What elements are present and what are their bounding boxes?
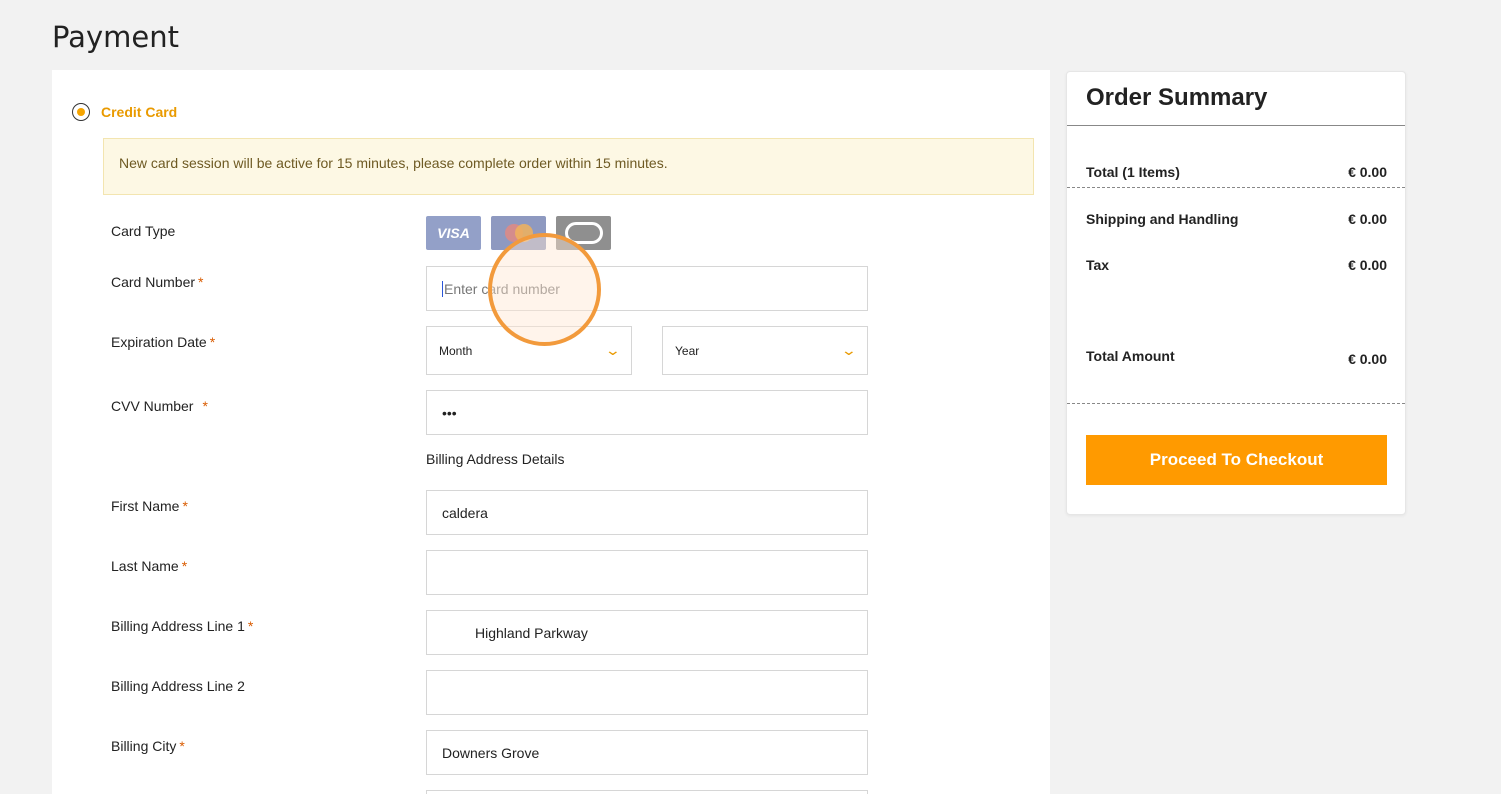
required-mark: * bbox=[209, 334, 216, 350]
address-line2-label: Billing Address Line 2 bbox=[111, 678, 245, 694]
card-type-label-text: Card Type bbox=[111, 223, 176, 239]
cvv-input[interactable]: ••• bbox=[426, 390, 868, 435]
summary-row-total-amount: Total Amount € 0.00 bbox=[1086, 348, 1387, 367]
order-summary-title: Order Summary bbox=[1086, 84, 1268, 111]
radio-dot bbox=[77, 108, 85, 116]
cvv-value: ••• bbox=[442, 404, 457, 421]
address-line1-value: Highland Parkway bbox=[475, 624, 588, 641]
card-number-label-text: Card Number bbox=[111, 274, 196, 290]
billing-address-heading: Billing Address Details bbox=[426, 451, 565, 467]
cvv-label: CVV Number * bbox=[111, 398, 208, 414]
order-summary-panel: Order Summary Total (1 Items) € 0.00 Shi… bbox=[1066, 71, 1406, 515]
page-title: Payment bbox=[52, 20, 179, 54]
first-name-value: caldera bbox=[442, 504, 488, 521]
year-placeholder: Year bbox=[675, 343, 700, 358]
summary-divider bbox=[1067, 125, 1405, 126]
expiration-label: Expiration Date * bbox=[111, 334, 215, 350]
last-name-input[interactable] bbox=[426, 550, 868, 595]
visa-text: VISA bbox=[437, 225, 470, 241]
city-label-text: Billing City bbox=[111, 738, 177, 754]
payment-method-credit-card[interactable]: Credit Card bbox=[72, 103, 177, 121]
expiration-year-select[interactable]: Year ⌄ bbox=[662, 326, 868, 375]
city-value: Downers Grove bbox=[442, 744, 540, 761]
card-number-label: Card Number * bbox=[111, 274, 203, 290]
summary-row-value: € 0.00 bbox=[1348, 351, 1387, 367]
summary-row-label: Total (1 Items) bbox=[1086, 164, 1180, 180]
payment-panel: Credit Card New card session will be act… bbox=[52, 70, 1050, 794]
month-placeholder: Month bbox=[439, 343, 473, 358]
last-name-label-text: Last Name bbox=[111, 558, 179, 574]
address-line1-input[interactable]: Highland Parkway bbox=[426, 610, 868, 655]
summary-row-value: € 0.00 bbox=[1348, 257, 1387, 273]
required-mark: * bbox=[202, 398, 208, 414]
proceed-to-checkout-button[interactable]: Proceed To Checkout bbox=[1086, 435, 1387, 485]
visa-icon[interactable]: VISA bbox=[426, 216, 481, 250]
summary-dashed-divider bbox=[1067, 403, 1405, 404]
required-mark: * bbox=[179, 738, 185, 754]
address-line1-label-text: Billing Address Line 1 bbox=[111, 618, 245, 634]
address-line2-input[interactable] bbox=[426, 670, 868, 715]
click-indicator bbox=[488, 233, 601, 346]
chevron-down-icon: ⌄ bbox=[840, 342, 858, 358]
summary-row-label: Shipping and Handling bbox=[1086, 211, 1239, 227]
required-mark: * bbox=[198, 274, 204, 290]
first-name-label: First Name * bbox=[111, 498, 188, 514]
city-label: Billing City * bbox=[111, 738, 185, 754]
city-input[interactable]: Downers Grove bbox=[426, 730, 868, 775]
summary-row-value: € 0.00 bbox=[1348, 211, 1387, 227]
address-line1-label: Billing Address Line 1 * bbox=[111, 618, 253, 634]
summary-row-label: Total Amount bbox=[1086, 348, 1175, 364]
required-mark: * bbox=[182, 498, 188, 514]
required-mark: * bbox=[247, 618, 254, 634]
chevron-down-icon: ⌄ bbox=[604, 342, 622, 358]
first-name-label-text: First Name bbox=[111, 498, 180, 514]
summary-row-shipping: Shipping and Handling € 0.00 bbox=[1086, 211, 1387, 227]
next-field-input[interactable] bbox=[426, 790, 868, 794]
payment-method-label[interactable]: Credit Card bbox=[101, 104, 177, 120]
text-caret bbox=[442, 280, 443, 297]
summary-row-value: € 0.00 bbox=[1348, 164, 1387, 180]
radio-selected-icon[interactable] bbox=[72, 103, 90, 121]
cvv-label-text: CVV Number bbox=[111, 398, 194, 414]
address-line2-label-text: Billing Address Line 2 bbox=[111, 678, 245, 694]
first-name-input[interactable]: caldera bbox=[426, 490, 868, 535]
session-notice: New card session will be active for 15 m… bbox=[103, 138, 1034, 195]
summary-row-label: Tax bbox=[1086, 257, 1110, 273]
required-mark: * bbox=[181, 558, 188, 574]
summary-row-total-items: Total (1 Items) € 0.00 bbox=[1086, 164, 1387, 180]
expiration-label-text: Expiration Date bbox=[111, 334, 207, 350]
summary-row-tax: Tax € 0.00 bbox=[1086, 257, 1387, 273]
last-name-label: Last Name * bbox=[111, 558, 187, 574]
card-type-label: Card Type bbox=[111, 223, 175, 239]
summary-dashed-divider bbox=[1067, 187, 1405, 188]
